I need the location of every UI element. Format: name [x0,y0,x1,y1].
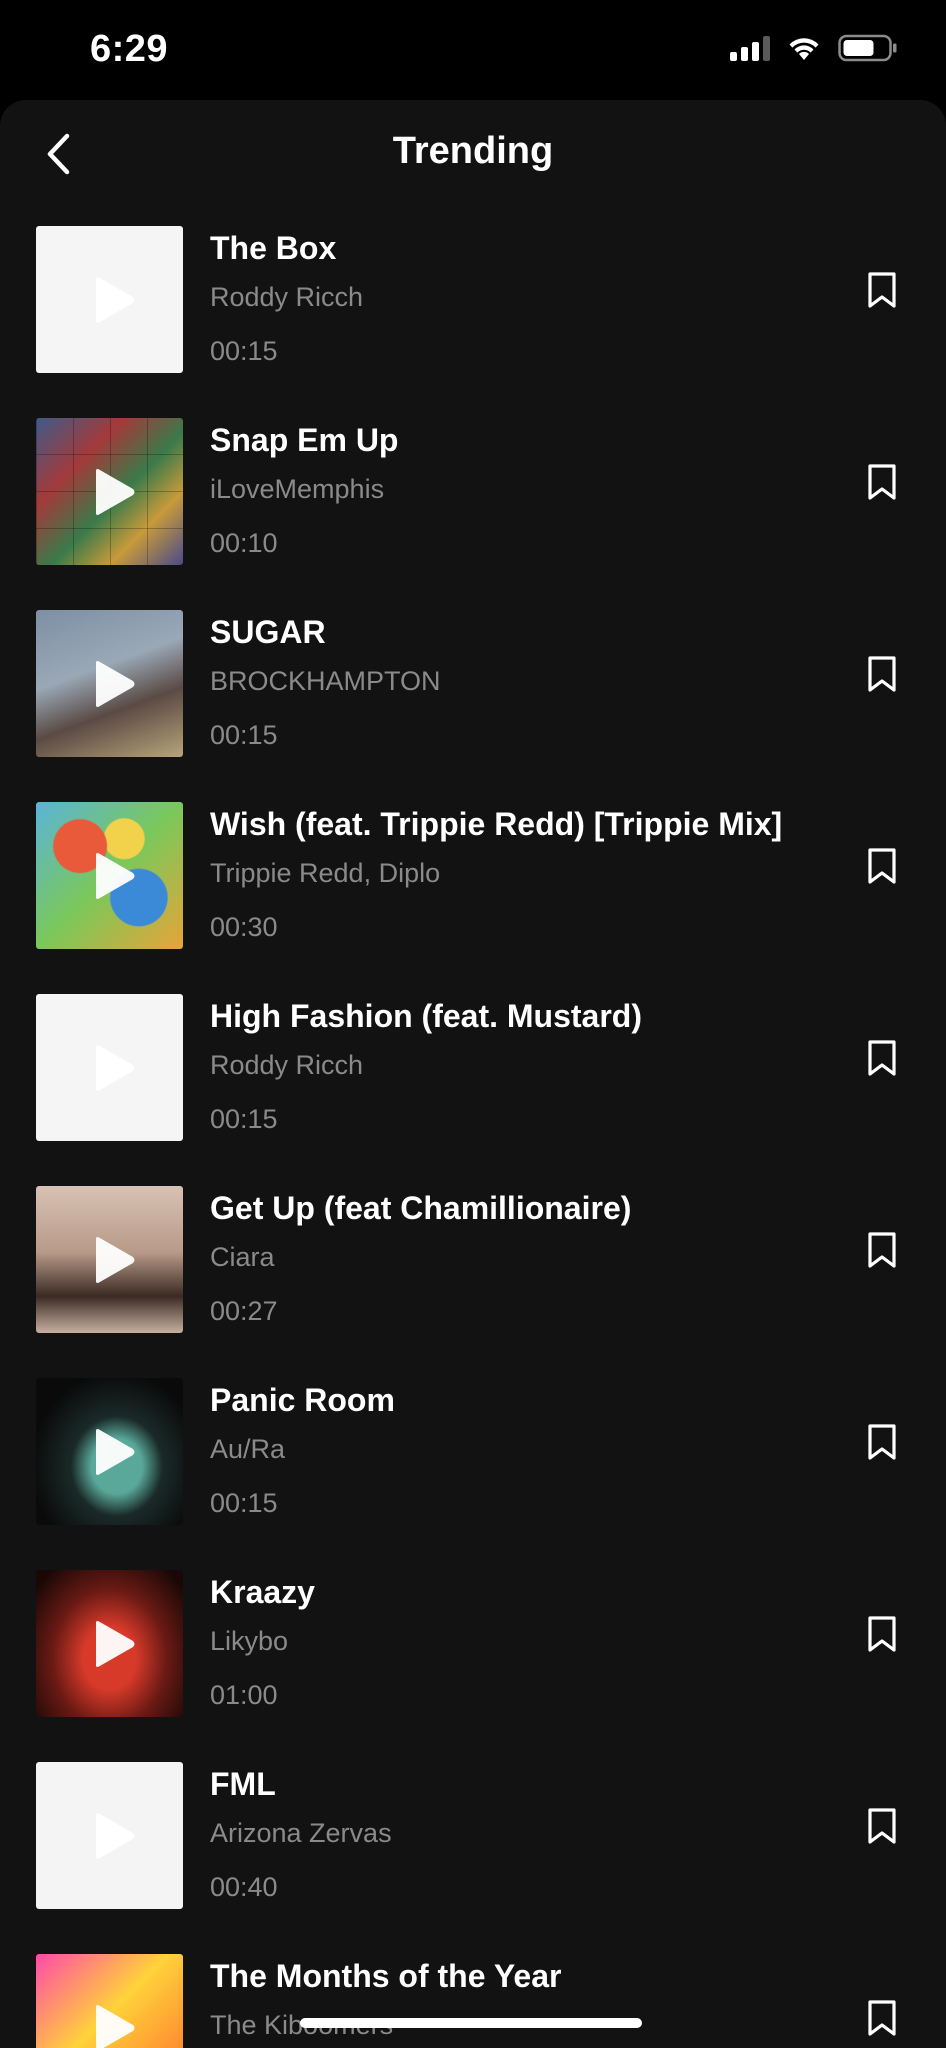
track-list: The Box Roddy Ricch 00:15 Snap Em Up iLo… [0,224,946,2048]
home-indicator[interactable] [300,2018,642,2028]
track-row[interactable]: Snap Em Up iLoveMemphis 00:10 [0,416,946,608]
album-cover[interactable] [36,418,183,565]
bookmark-button[interactable] [862,1996,902,2040]
play-icon[interactable] [92,276,136,324]
track-row[interactable]: Wish (feat. Trippie Redd) [Trippie Mix] … [0,800,946,992]
track-title: The Months of the Year [210,1958,562,1994]
track-duration: 00:40 [210,1872,278,1902]
track-row[interactable]: The Box Roddy Ricch 00:15 [0,224,946,416]
wifi-icon [789,38,819,60]
play-icon[interactable] [92,468,136,516]
track-row[interactable]: SUGAR BROCKHAMPTON 00:15 [0,608,946,800]
track-duration: 00:15 [210,720,278,750]
play-icon[interactable] [92,660,136,708]
play-icon[interactable] [92,852,136,900]
bookmark-icon [868,464,896,500]
play-icon[interactable] [92,1620,136,1668]
play-icon[interactable] [92,1236,136,1284]
play-icon[interactable] [92,2004,136,2048]
track-title: Kraazy [210,1574,315,1610]
album-cover[interactable] [36,1570,183,1717]
track-artist: BROCKHAMPTON [210,666,441,696]
album-cover[interactable] [36,1378,183,1525]
track-title: SUGAR [210,614,326,650]
bookmark-icon [868,1616,896,1652]
album-cover[interactable] [36,1186,183,1333]
track-title: Wish (feat. Trippie Redd) [Trippie Mix] [210,806,783,842]
track-duration: 00:15 [210,1104,278,1134]
album-cover[interactable] [36,994,183,1141]
track-artist: Likybo [210,1626,289,1656]
track-row[interactable]: Kraazy Likybo 01:00 [0,1568,946,1760]
bookmark-button[interactable] [862,844,902,888]
page-title: Trending [392,130,554,172]
track-row[interactable]: High Fashion (feat. Mustard) Roddy Ricch… [0,992,946,1184]
track-duration: 01:00 [210,1680,278,1710]
bookmark-icon [868,272,896,308]
header: Trending [0,100,946,204]
track-artist: Roddy Ricch [210,1050,364,1080]
battery-icon [838,34,897,62]
bookmark-button[interactable] [862,460,902,504]
bookmark-icon [868,1808,896,1844]
track-duration: 00:15 [210,336,278,366]
track-title: Snap Em Up [210,422,399,458]
bookmark-button[interactable] [862,1612,902,1656]
album-cover[interactable] [36,226,183,373]
bookmark-button[interactable] [862,652,902,696]
status-bar: 6:29 [0,0,946,100]
play-icon[interactable] [92,1428,136,1476]
track-title: The Box [210,230,337,266]
track-row[interactable]: Panic Room Au/Ra 00:15 [0,1376,946,1568]
album-cover[interactable] [36,610,183,757]
track-title: High Fashion (feat. Mustard) [210,998,642,1034]
track-artist: Trippie Redd, Diplo [210,858,441,888]
track-row[interactable]: The Months of the Year The Kiboomers [0,1952,946,2048]
track-title: Panic Room [210,1382,395,1418]
track-duration: 00:10 [210,528,278,558]
bookmark-button[interactable] [862,1420,902,1464]
track-artist: Arizona Zervas [210,1818,392,1848]
track-artist: Ciara [210,1242,275,1272]
track-duration: 00:15 [210,1488,278,1518]
track-row[interactable]: FML Arizona Zervas 00:40 [0,1760,946,1952]
bookmark-icon [868,1232,896,1268]
bookmark-icon [868,1040,896,1076]
bookmark-button[interactable] [862,268,902,312]
play-icon[interactable] [92,1812,136,1860]
track-title: Get Up (feat Chamillionaire) [210,1190,632,1226]
track-row[interactable]: Get Up (feat Chamillionaire) Ciara 00:27 [0,1184,946,1376]
track-artist: iLoveMemphis [210,474,385,504]
album-cover[interactable] [36,1954,183,2048]
trending-sheet: Trending The Box Roddy Ricch 00:15 Snap … [0,100,946,2048]
bookmark-icon [868,848,896,884]
bookmark-icon [868,656,896,692]
cellular-signal-icon [730,35,770,61]
track-duration: 00:30 [210,912,278,942]
bookmark-icon [868,2000,896,2036]
play-icon[interactable] [92,1044,136,1092]
bookmark-button[interactable] [862,1036,902,1080]
status-icons [730,34,898,62]
track-duration: 00:27 [210,1296,278,1326]
bookmark-button[interactable] [862,1804,902,1848]
track-artist: Au/Ra [210,1434,286,1464]
status-time: 6:29 [90,28,169,70]
track-artist: Roddy Ricch [210,282,364,312]
bookmark-button[interactable] [862,1228,902,1272]
bookmark-icon [868,1424,896,1460]
album-cover[interactable] [36,1762,183,1909]
album-cover[interactable] [36,802,183,949]
track-title: FML [210,1766,276,1802]
